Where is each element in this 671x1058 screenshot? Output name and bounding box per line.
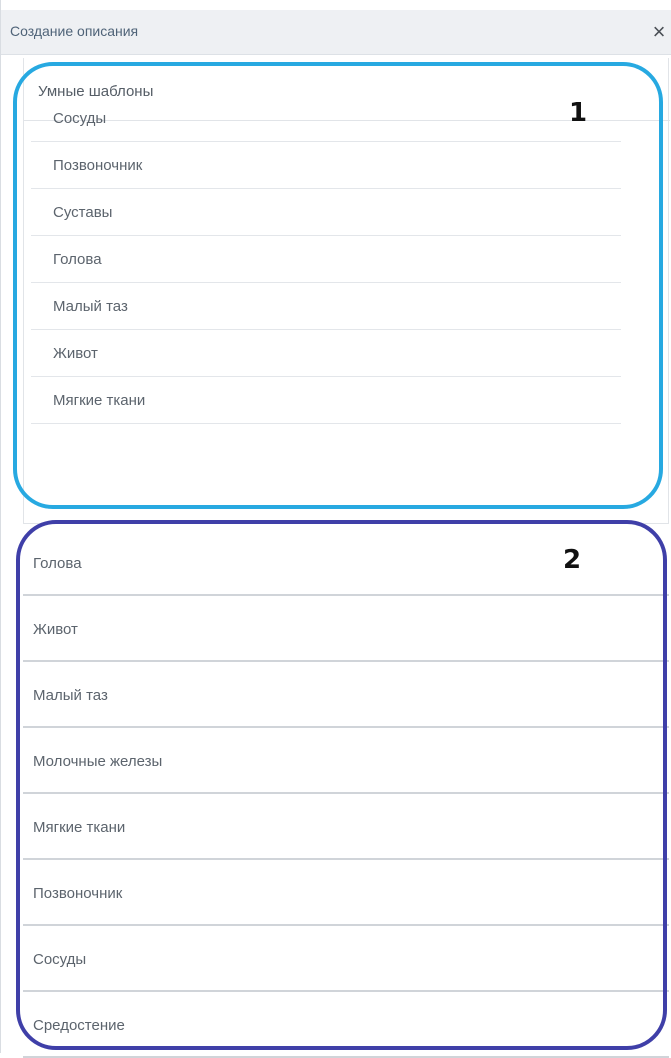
organ-list-label: Позвоночник <box>33 885 123 902</box>
smart-template-label: Суставы <box>53 204 113 221</box>
smart-templates-list: Сосуды Позвоночник Суставы Голова Малый … <box>31 95 621 424</box>
smart-template-item[interactable]: Живот <box>31 330 621 377</box>
smart-template-label: Мягкие ткани <box>53 392 146 409</box>
organ-list-label: Живот <box>33 621 78 638</box>
smart-template-item[interactable]: Мягкие ткани <box>31 377 621 424</box>
organ-list-label: Мягкие ткани <box>33 819 126 836</box>
smart-template-item[interactable]: Позвоночник <box>31 142 621 189</box>
organ-list-item[interactable]: Молочные железы <box>23 728 669 794</box>
organ-list-label: Молочные железы <box>33 753 163 770</box>
smart-template-item[interactable]: Сосуды <box>31 95 621 142</box>
smart-template-label: Малый таз <box>53 298 128 315</box>
organ-list-label: Средостение <box>33 1017 125 1034</box>
organ-list-label: Малый таз <box>33 687 108 704</box>
smart-template-label: Сосуды <box>53 110 107 127</box>
annotation-marker-1: 1 <box>569 98 588 128</box>
smart-template-label: Голова <box>53 251 102 268</box>
dialog-titlebar: Создание описания × <box>1 10 671 55</box>
smart-template-item[interactable]: Малый таз <box>31 283 621 330</box>
organ-list-item[interactable]: Средостение <box>23 992 669 1058</box>
dialog-title: Создание описания <box>10 23 139 39</box>
organ-list-label: Голова <box>33 555 82 572</box>
organ-list-item[interactable]: Мягкие ткани <box>23 794 669 860</box>
organ-list-item[interactable]: Малый таз <box>23 662 669 728</box>
organ-list-item[interactable]: Живот <box>23 596 669 662</box>
smart-template-item[interactable]: Голова <box>31 236 621 283</box>
smart-template-item[interactable]: Суставы <box>31 189 621 236</box>
organ-list-label: Сосуды <box>33 951 87 968</box>
close-icon[interactable]: × <box>648 19 670 45</box>
organ-list-item[interactable]: Позвоночник <box>23 860 669 926</box>
annotation-marker-2: 2 <box>563 545 582 575</box>
organ-list-item[interactable]: Сосуды <box>23 926 669 992</box>
smart-template-label: Позвоночник <box>53 157 143 174</box>
organ-list: Голова Живот Малый таз Молочные железы М… <box>23 530 669 1058</box>
smart-template-label: Живот <box>53 345 98 362</box>
create-description-dialog: Создание описания × Умные шаблоны Сосуды… <box>0 0 671 1058</box>
